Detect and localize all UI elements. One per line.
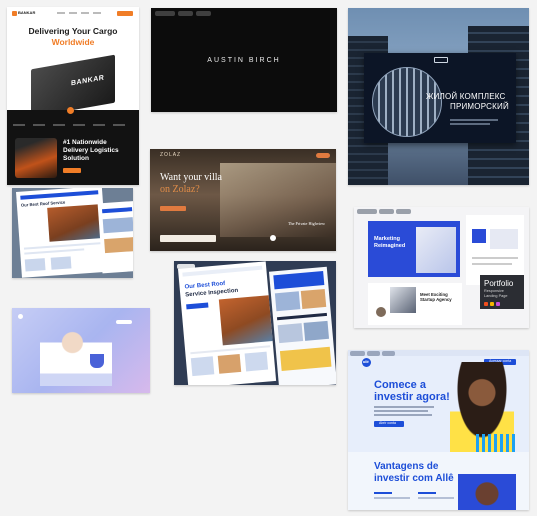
lab-nav-button[interactable] bbox=[116, 320, 132, 324]
cargo-headline: Delivering Your Cargo bbox=[28, 26, 118, 36]
cargo-rank-text: #1 Nationwide bbox=[63, 139, 107, 146]
investment-card[interactable]: allê Acessar conta Comece a investir ago… bbox=[348, 350, 529, 510]
villa-headline-accent: on Zolaz? bbox=[160, 184, 200, 195]
cargo-badge-icon bbox=[67, 107, 74, 114]
alle-logo-text: allê bbox=[363, 360, 369, 364]
tag-chip bbox=[379, 209, 394, 214]
benefits-heading-line2: investir com Allê bbox=[374, 473, 454, 484]
cargo-more-button[interactable] bbox=[63, 168, 81, 173]
invest-headline: Comece a bbox=[374, 379, 426, 391]
cargo-cta-button[interactable] bbox=[117, 11, 133, 16]
tag-chip bbox=[382, 351, 395, 356]
invest-hero: allê Acessar conta Comece a investir ago… bbox=[348, 350, 529, 452]
portfolio-card[interactable]: Marketing Reimagined Meet Exciting Start… bbox=[354, 207, 529, 328]
tag-chip bbox=[367, 351, 380, 356]
figma-icon bbox=[484, 302, 488, 306]
villa-play-icon[interactable] bbox=[270, 235, 276, 241]
lab-flask-icon bbox=[90, 354, 104, 368]
man-image bbox=[458, 474, 516, 510]
roof-page-preview bbox=[268, 266, 336, 385]
villa-nav-button[interactable] bbox=[316, 153, 330, 158]
austin-birch-title: AUSTIN BIRCH bbox=[207, 57, 281, 64]
austin-birch-card[interactable]: AUSTIN BIRCH bbox=[151, 8, 337, 112]
portfolio-title: Portfolio bbox=[484, 279, 514, 288]
avatar bbox=[376, 307, 386, 317]
invest-headline-line2: investir agora! bbox=[374, 391, 450, 403]
villa-search-bar[interactable] bbox=[160, 235, 216, 242]
villa-cta-button[interactable] bbox=[160, 206, 186, 211]
complex-circle-photo bbox=[372, 67, 442, 137]
residential-complex-card[interactable]: ЖИЛОЙ КОМПЛЕКС ПРИМОРСКИЙ bbox=[348, 8, 529, 185]
roof-page-preview bbox=[97, 200, 133, 274]
tag-chip bbox=[196, 11, 211, 16]
roof-page-preview: Our Best Roof Service Inspection bbox=[178, 261, 277, 385]
sketch-icon bbox=[490, 302, 494, 306]
cargo-photo bbox=[15, 138, 57, 178]
lab-scientist-card[interactable] bbox=[12, 308, 150, 393]
complex-logo-icon bbox=[434, 57, 448, 63]
tag-chip bbox=[155, 11, 175, 16]
cargo-headline-accent: Worldwide bbox=[51, 37, 95, 47]
tag-chip bbox=[357, 209, 377, 214]
roof-cta-button[interactable] bbox=[186, 302, 209, 310]
roof-service-card-small[interactable]: Our Best Roof Service bbox=[12, 188, 133, 278]
cargo-dark-section: #1 Nationwide Delivery Logistics Solutio… bbox=[7, 110, 139, 185]
bar-graphic bbox=[476, 434, 516, 452]
xd-icon bbox=[496, 302, 500, 306]
cargo-logo: BANKAR bbox=[12, 11, 35, 16]
roof-house-image bbox=[47, 204, 102, 242]
laptop-image bbox=[390, 287, 416, 313]
roof-service-card-large[interactable]: Our Best Roof Service Inspection bbox=[174, 261, 336, 385]
villa-headline: Want your villa bbox=[160, 172, 222, 183]
marketing-block: Marketing Reimagined bbox=[368, 221, 460, 277]
complex-title-line1: ЖИЛОЙ КОМПЛЕКС bbox=[426, 92, 506, 101]
complex-banner: ЖИЛОЙ КОМПЛЕКС ПРИМОРСКИЙ bbox=[364, 53, 516, 143]
villa-caption: The Private Highview bbox=[288, 221, 325, 226]
roof-page-preview: Our Best Roof Service bbox=[16, 188, 108, 278]
tag-chip bbox=[396, 209, 411, 214]
benefits-heading: Vantagens de bbox=[374, 461, 439, 472]
villa-logo: ZOLAZ bbox=[160, 152, 182, 158]
complex-title-line2: ПРИМОРСКИЙ bbox=[450, 102, 509, 111]
cargo-nav[interactable] bbox=[57, 12, 113, 15]
pen-image bbox=[416, 227, 456, 273]
tag-chip bbox=[350, 351, 365, 356]
agency-block: Meet Exciting Startup Agency bbox=[368, 283, 462, 325]
cargo-landing-card[interactable]: BANKAR Delivering Your Cargo Worldwide B… bbox=[7, 7, 139, 185]
villa-card[interactable]: ZOLAZ Want your villa on Zolaz? The Priv… bbox=[150, 149, 336, 251]
roof-house-image bbox=[218, 295, 273, 346]
lab-logo-icon bbox=[18, 314, 23, 319]
tag-chip bbox=[178, 11, 193, 16]
portfolio-label-box: Portfolio Responsive Landing Page bbox=[480, 275, 524, 309]
